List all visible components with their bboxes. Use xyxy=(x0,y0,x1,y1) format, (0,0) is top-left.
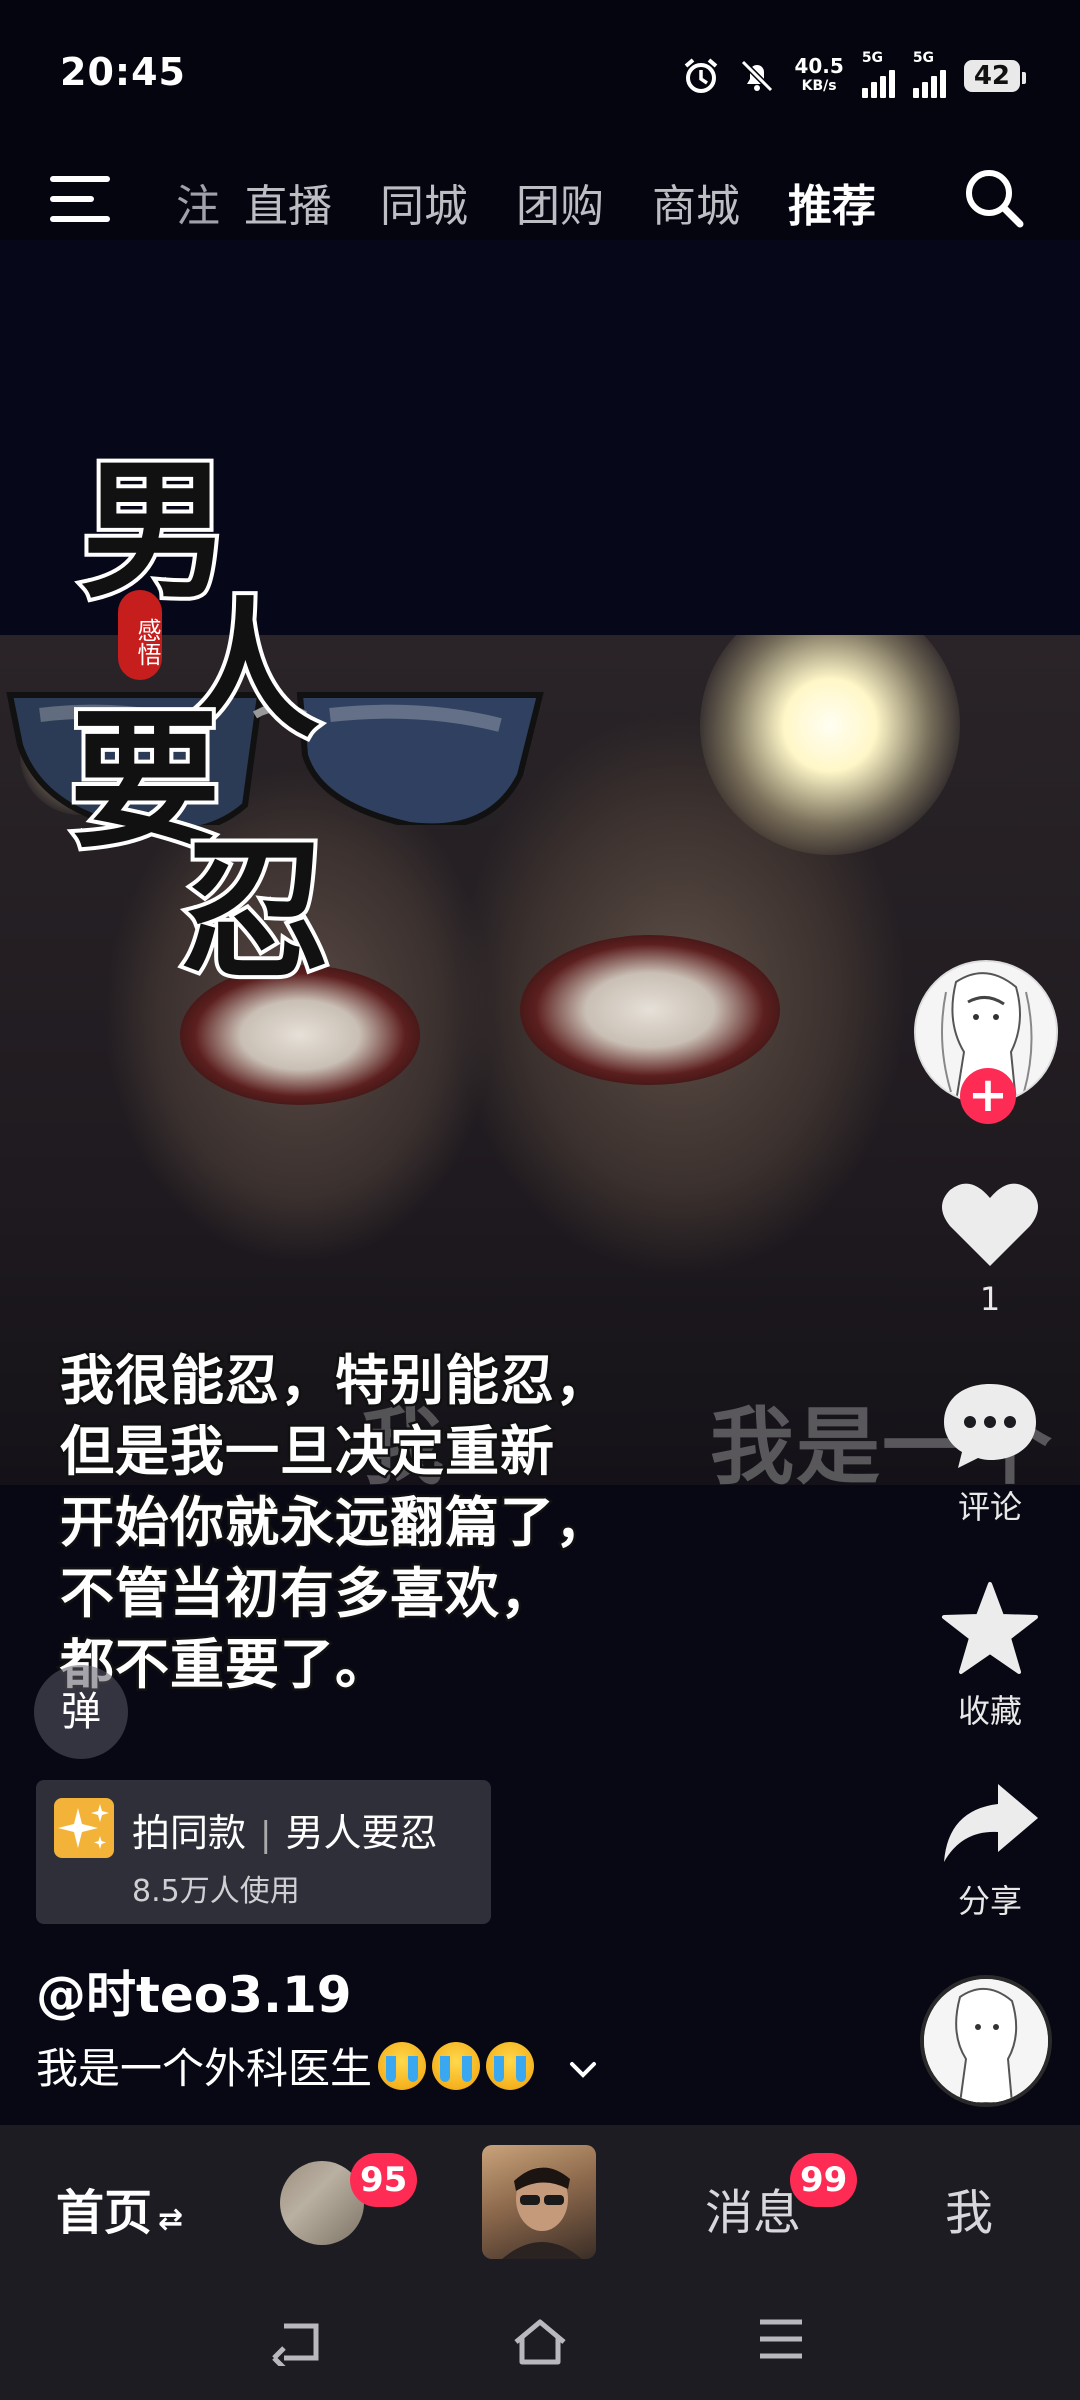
crying-emoji-icon xyxy=(432,2041,481,2090)
mute-bell-icon xyxy=(738,57,776,95)
back-icon[interactable] xyxy=(270,2316,326,2370)
tab-mall[interactable]: 商城 xyxy=(628,170,764,234)
comment-icon xyxy=(944,1384,1036,1468)
heart-icon xyxy=(942,1183,1038,1266)
title-stamp: 感悟 xyxy=(118,590,162,680)
share-label: 分享 xyxy=(957,1882,1022,1920)
star-icon xyxy=(942,1582,1038,1674)
like-count: 1 xyxy=(979,1280,1001,1318)
nav-messages[interactable]: 消息 xyxy=(705,2173,801,2243)
template-card[interactable]: 拍同款 | 男人要忍 8.5万人使用 xyxy=(36,1780,491,1924)
net-speed: 40.5 KB/s xyxy=(794,54,844,94)
share-icon xyxy=(944,1784,1038,1862)
favorite-label: 收藏 xyxy=(957,1692,1022,1730)
video-subtitle: 我很能忍，特别能忍， 但是我一旦决定重新 开始你就永远翻篇了， 不管当初有多喜欢… xyxy=(58,1347,612,1699)
tab-recommend[interactable]: 推荐 xyxy=(764,170,900,234)
comment-button[interactable]: 评论 xyxy=(920,1380,1060,1528)
caption-text: 我是一个外科医生 xyxy=(36,2044,373,2093)
system-navigation xyxy=(0,2280,1080,2400)
danmaku-toggle[interactable]: 弹 xyxy=(34,1665,128,1759)
favorite-button[interactable]: 收藏 xyxy=(920,1580,1060,1732)
messages-badge: 99 xyxy=(790,2153,858,2207)
template-title: 拍同款 | 男人要忍 xyxy=(132,1811,438,1855)
menu-icon[interactable] xyxy=(50,170,114,230)
author-name[interactable]: @时teo3.19 xyxy=(36,1955,352,2027)
top-navigation: 注 直播 同城 团购 商城 推荐 xyxy=(0,150,1080,250)
follow-button[interactable]: + xyxy=(960,1068,1016,1124)
status-icons: 40.5 KB/s 5G 5G 42 xyxy=(682,50,1027,100)
video-title-art: 男 人 要 忍 感悟 xyxy=(66,410,350,1003)
like-button[interactable]: 1 xyxy=(920,1180,1060,1318)
alarm-icon xyxy=(682,57,720,95)
feed-tabs: 注 直播 同城 团购 商城 推荐 xyxy=(130,170,900,234)
tab-live[interactable]: 直播 xyxy=(220,170,356,234)
tab-local[interactable]: 同城 xyxy=(356,170,492,234)
search-icon[interactable] xyxy=(960,164,1028,236)
friends-badge: 95 xyxy=(350,2153,418,2207)
comment-label: 评论 xyxy=(957,1488,1022,1526)
signal-strength-sim1: 5G xyxy=(861,50,895,98)
battery-indicator: 42 xyxy=(963,60,1027,92)
nav-create[interactable] xyxy=(482,2145,596,2259)
bottom-navigation: 首页 ⇄ 95 消息 99 我 xyxy=(0,2125,1080,2280)
recents-icon[interactable] xyxy=(756,2316,806,2366)
nav-me[interactable]: 我 xyxy=(945,2173,993,2243)
feed-switch-icon: ⇄ xyxy=(158,2202,184,2237)
title-char-4: 忍 xyxy=(176,819,334,1003)
crying-emoji-icon xyxy=(378,2041,427,2090)
signal-strength-sim2: 5G xyxy=(912,50,946,98)
share-button[interactable]: 分享 xyxy=(920,1780,1060,1922)
expand-caption-icon[interactable] xyxy=(568,2041,598,2090)
crying-emoji-icon xyxy=(486,2041,535,2090)
sparkle-icon xyxy=(54,1798,114,1858)
status-time: 20:45 xyxy=(60,50,186,94)
video-caption[interactable]: 我是一个外科医生 xyxy=(36,2035,598,2096)
template-name: 男人要忍 xyxy=(285,1811,438,1855)
home-icon[interactable] xyxy=(510,2316,570,2370)
nav-home[interactable]: 首页 ⇄ xyxy=(56,2173,183,2243)
tab-following[interactable]: 注 xyxy=(130,170,220,234)
template-usage: 8.5万人使用 xyxy=(132,1874,300,1909)
template-action: 拍同款 xyxy=(132,1811,247,1855)
music-disc[interactable] xyxy=(920,1975,1052,2107)
tab-group-buy[interactable]: 团购 xyxy=(492,170,628,234)
